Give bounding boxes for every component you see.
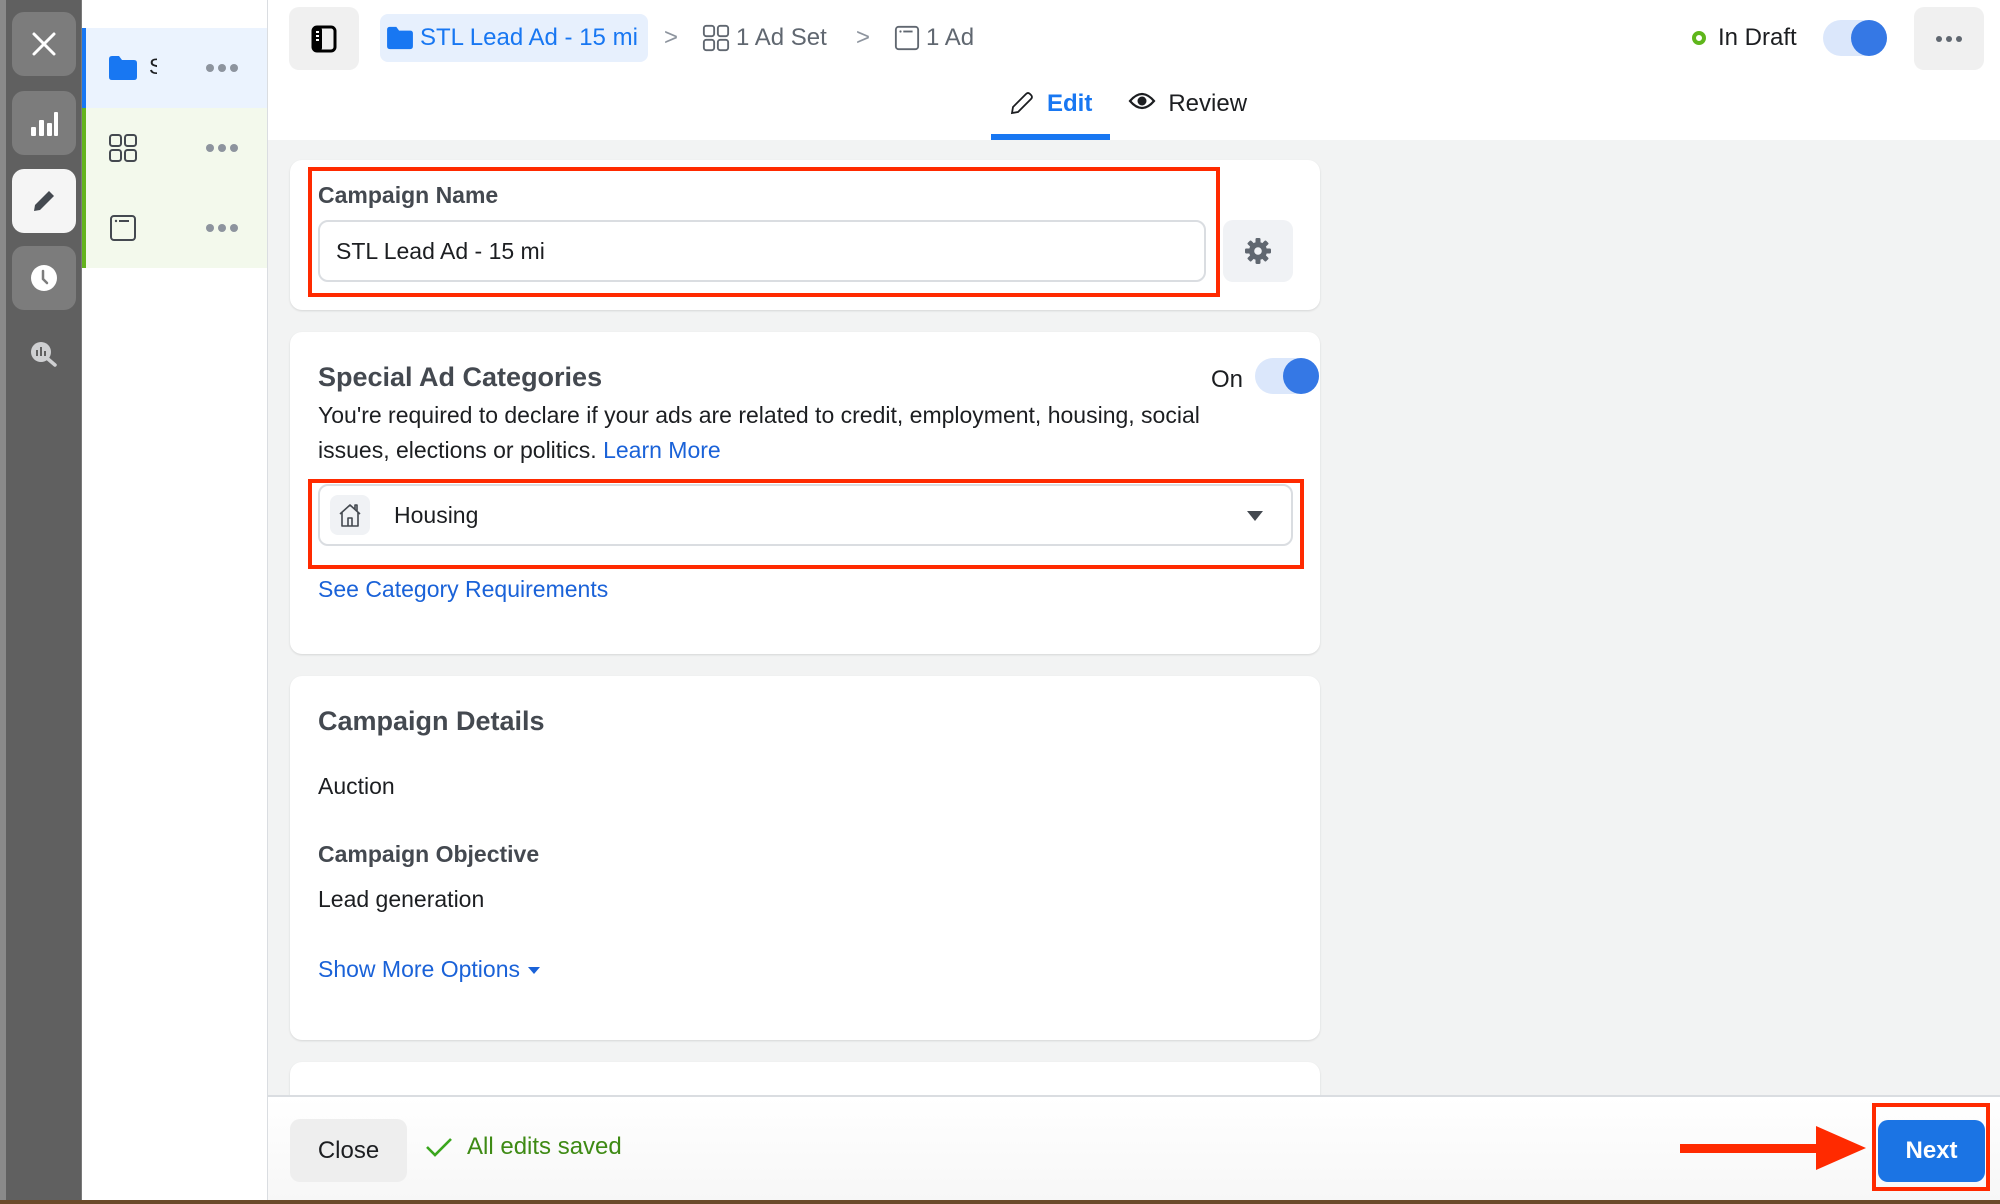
editor-content: Campaign Name Special Ad Categories On Y… [268,140,2000,1095]
special-ad-categories-toggle[interactable] [1255,358,1319,394]
campaign-tree-panel: S [82,0,268,1204]
more-options-button[interactable] [1914,7,1984,70]
show-more-options-link[interactable]: Show More Options [318,956,540,983]
breadcrumb-campaign[interactable]: STL Lead Ad - 15 mi [380,14,648,62]
editor-footer: Close All edits saved Next [268,1095,2000,1200]
gear-icon [1245,238,1271,264]
campaign-details-card: Campaign Details Auction Campaign Object… [290,676,1320,1040]
editor-tabs: Edit Review [991,84,1265,140]
campaign-objective-value: Lead generation [318,886,485,912]
chart-search-icon [31,342,57,367]
tool-rail [6,0,82,1204]
toggle-panel-button[interactable] [289,7,359,70]
rail-reporting-button[interactable] [12,91,76,155]
rail-close-button[interactable] [12,12,76,76]
rail-edit-button[interactable] [12,169,76,233]
toggle-knob [1851,20,1887,56]
folder-icon [387,26,413,50]
house-icon [330,495,370,535]
breadcrumb-separator: > [856,24,871,51]
desktop-strip [0,1200,2000,1204]
campaign-name-label: Campaign Name [318,182,499,208]
campaign-name-settings-button[interactable] [1223,220,1293,282]
next-section-card [290,1062,1320,1095]
breadcrumb-separator: > [664,24,679,51]
rail-history-button[interactable] [12,246,76,310]
breadcrumb-ad-set[interactable]: 1 Ad Set [702,14,827,62]
next-button[interactable]: Next [1878,1120,1985,1182]
breadcrumb-campaign-label: STL Lead Ad - 15 mi [420,24,638,51]
clock-icon [31,265,57,291]
save-status: All edits saved [425,1133,622,1161]
breadcrumb-ad-label: 1 Ad [926,24,975,51]
buying-type-value: Auction [318,773,395,799]
close-button[interactable]: Close [290,1119,407,1182]
tree-item-campaign[interactable]: S [82,28,267,108]
breadcrumb-ad-set-label: 1 Ad Set [736,24,827,51]
campaign-details-title: Campaign Details [318,706,545,736]
close-icon [32,32,56,56]
tab-edit[interactable]: Edit [991,84,1111,140]
tree-item-label: S [149,54,157,79]
special-ad-category-dropdown[interactable]: Housing [318,484,1293,546]
tab-review-label: Review [1168,90,1248,117]
editor-header: STL Lead Ad - 15 mi > 1 Ad Set > 1 Ad In… [268,0,2000,140]
more-options-icon[interactable] [202,216,242,240]
rail-analyze-button[interactable] [12,322,76,386]
campaign-name-card: Campaign Name [290,160,1320,310]
ad-window-icon [108,214,138,242]
special-ad-categories-title: Special Ad Categories [318,362,603,392]
publish-toggle[interactable] [1823,20,1887,56]
status-dot-icon [1692,31,1706,45]
special-ad-categories-card: Special Ad Categories On You're required… [290,332,1320,654]
bar-chart-icon [31,112,58,136]
tab-edit-label: Edit [1047,90,1093,117]
show-more-label: Show More Options [318,956,520,982]
dropdown-caret-icon [1247,511,1263,521]
tree-item-ad-set[interactable] [82,108,267,188]
folder-icon [108,54,138,82]
tree-item-ad[interactable] [82,188,267,268]
pencil-icon [34,189,56,211]
tab-review[interactable]: Review [1110,84,1265,140]
eye-icon [1128,92,1156,110]
description-text: You're required to declare if your ads a… [318,402,1200,463]
draft-status: In Draft [1692,24,1797,52]
special-ad-toggle-label: On [1211,366,1244,393]
campaign-objective-label: Campaign Objective [318,841,540,867]
save-status-label: All edits saved [467,1133,622,1160]
pencil-outline-icon [1010,92,1033,115]
toggle-knob [1283,358,1319,394]
more-options-icon[interactable] [202,136,242,160]
learn-more-link[interactable]: Learn More [603,437,721,463]
status-label: In Draft [1718,24,1797,51]
selected-category: Housing [394,502,479,528]
ad-window-icon [894,25,920,51]
editor-main: STL Lead Ad - 15 mi > 1 Ad Set > 1 Ad In… [268,0,2000,1204]
grid-icon [108,134,138,162]
checkmark-icon [426,1138,452,1157]
see-category-requirements-link[interactable]: See Category Requirements [318,576,608,603]
grid-icon [702,24,730,52]
more-options-icon[interactable] [202,56,242,80]
sidebar-panel-icon [311,25,337,52]
special-ad-description: You're required to declare if your ads a… [318,398,1218,468]
breadcrumb-ad[interactable]: 1 Ad [894,14,974,62]
caret-down-icon [527,967,540,975]
campaign-name-input[interactable] [318,220,1206,282]
